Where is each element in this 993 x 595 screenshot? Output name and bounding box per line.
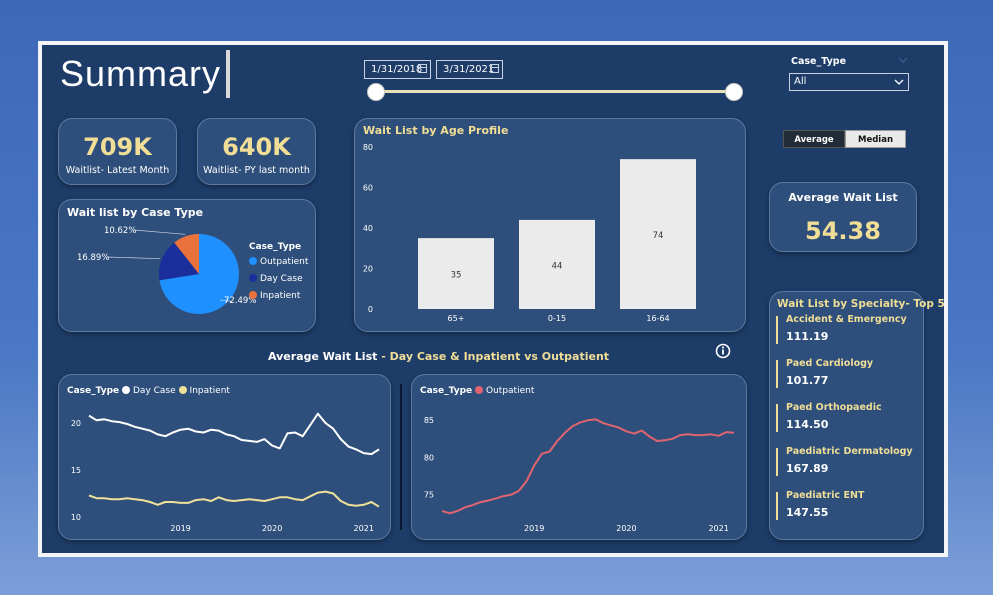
case-type-selected-value: All (794, 76, 807, 87)
line-x-tick-label: 2021 (354, 524, 374, 533)
line-card-outpatient: Case_Type Outpatient 75 80 85 2019 2020 2021 (411, 374, 747, 540)
chevron-down-icon (894, 79, 904, 85)
legend-label: Outpatient (260, 257, 309, 267)
page-title: Summary (60, 53, 222, 94)
pie-legend-item-day-case[interactable]: Day Case (249, 274, 303, 284)
average-toggle-button[interactable]: Average (783, 130, 845, 148)
bar-y-tick-label: 80 (363, 143, 373, 152)
line-y-tick-label: 75 (424, 491, 434, 500)
calendar-icon[interactable] (418, 64, 427, 73)
line-y-tick-label: 15 (71, 466, 81, 475)
chevron-down-icon[interactable] (898, 56, 908, 64)
line-section-title-sub: - Day Case & Inpatient vs Outpatient (377, 350, 610, 363)
bar-data-label: 35 (451, 271, 462, 281)
divider (400, 384, 402, 530)
kpi-value: 709K (83, 133, 152, 161)
specialty-card: Wait List by Specialty- Top 5 Accident &… (769, 291, 945, 540)
line-x-tick-label: 2019 (170, 524, 190, 533)
end-date-value: 3/31/2021 (443, 64, 495, 75)
specialty-name: Paed Orthopaedic (786, 402, 882, 413)
line-chart-left: 10 15 20 2019 2020 2021 (71, 412, 380, 533)
pie-legend-item-outpatient[interactable]: Outpatient (249, 257, 308, 267)
specialty-accent-bar (776, 316, 778, 344)
bar-y-tick-label: 40 (363, 224, 373, 233)
bar-y-tick-label: 0 (368, 305, 373, 314)
pie-card: Wait list by Case Type 72.49% 16.89% 10.62… (58, 199, 316, 332)
pie-legend-item-inpatient[interactable]: Inpatient (249, 291, 300, 301)
start-date-value: 1/31/2018 (371, 64, 423, 75)
pie-data-label: 10.62% (104, 226, 136, 236)
specialty-accent-bar (776, 492, 778, 520)
specialty-name: Paediatric ENT (786, 490, 865, 501)
specialty-value: 101.77 (786, 374, 829, 387)
specialty-name: Paediatric Dermatology (786, 446, 913, 457)
specialty-value: 167.89 (786, 462, 829, 475)
bar-card: Wait List by Age Profile 0 20 40 60 80 65+ 0-1… (354, 118, 746, 332)
specialty-name: Accident & Emergency (786, 314, 907, 325)
line-card-daycase-inpatient: Case_Type Day Case Inpatient 10 15 20 2019 2… (58, 374, 391, 540)
average-wait-list-value: 54.38 (805, 217, 881, 245)
average-wait-list-title: Average Wait List (788, 191, 898, 204)
pie-data-label: 16.89% (77, 253, 109, 263)
calendar-icon[interactable] (490, 64, 499, 73)
legend-dot (249, 291, 257, 299)
specialty-value: 147.55 (786, 506, 829, 519)
pie-leader-line (133, 229, 186, 235)
specialty-title: Wait List by Specialty- Top 5 (777, 298, 945, 310)
bar-chart: 0 20 40 60 80 65+ 0-15 16-64 35 44 74 (363, 143, 696, 323)
legend-dot (249, 257, 257, 265)
specialty-name: Paed Cardiology (786, 358, 874, 369)
kpi-value: 640K (222, 133, 291, 161)
kpi-card-latest-month: 709K Waitlist- Latest Month (58, 118, 177, 185)
start-date-input[interactable]: 1/31/2018 (364, 60, 431, 79)
line-y-tick-label: 10 (71, 513, 81, 522)
line-section-title-main: Average Wait List (268, 350, 378, 363)
line-y-tick-label: 80 (424, 453, 434, 462)
pie-leader-line (106, 256, 160, 260)
specialty-value: 114.50 (786, 418, 829, 431)
series-line-inpatient[interactable] (88, 490, 380, 508)
bar-x-tick-label: 16-64 (646, 314, 669, 323)
line-chart-right: 75 80 85 2019 2020 2021 (424, 416, 735, 533)
case-type-slicer-label: Case_Type (791, 56, 847, 67)
line-x-tick-label: 2020 (262, 524, 282, 533)
date-slider-start-handle[interactable] (367, 83, 385, 101)
info-icon[interactable] (715, 343, 731, 359)
end-date-input[interactable]: 3/31/2021 (436, 60, 503, 79)
legend-label: Day Case (260, 274, 303, 284)
series-line-day-case[interactable] (88, 412, 380, 456)
kpi-card-py-last-month: 640K Waitlist- PY last month (197, 118, 316, 185)
bar-x-tick-label: 65+ (448, 314, 465, 323)
line-x-tick-label: 2020 (616, 524, 636, 533)
date-slider-end-handle[interactable] (725, 83, 743, 101)
bar-x-tick-label: 0-15 (548, 314, 566, 323)
legend-dot (249, 274, 257, 282)
line-section-title: Average Wait List - Day Case & Inpatient… (268, 350, 609, 363)
specialty-accent-bar (776, 448, 778, 476)
specialty-accent-bar (776, 360, 778, 388)
series-line-outpatient[interactable] (441, 418, 735, 515)
specialty-accent-bar (776, 404, 778, 432)
text-cursor (226, 50, 230, 98)
kpi-label: Waitlist- Latest Month (65, 165, 170, 176)
line-y-tick-label: 20 (71, 419, 81, 428)
kpi-label: Waitlist- PY last month (203, 165, 310, 176)
line-x-tick-label: 2021 (708, 524, 728, 533)
line-x-tick-label: 2019 (524, 524, 544, 533)
bar-data-label: 44 (552, 261, 563, 271)
average-wait-list-card: Average Wait List 54.38 (769, 182, 917, 252)
pie-legend-title: Case_Type (249, 242, 302, 252)
date-range-slider-track[interactable] (376, 90, 734, 93)
legend-label: Inpatient (260, 291, 301, 301)
median-toggle-button[interactable]: Median (845, 130, 906, 148)
bar-y-tick-label: 60 (363, 184, 373, 193)
case-type-dropdown[interactable]: All (789, 73, 909, 91)
bar-y-tick-label: 20 (363, 265, 373, 274)
bar-data-label: 74 (653, 231, 664, 241)
line-y-tick-label: 85 (424, 416, 434, 425)
specialty-value: 111.19 (786, 330, 829, 343)
